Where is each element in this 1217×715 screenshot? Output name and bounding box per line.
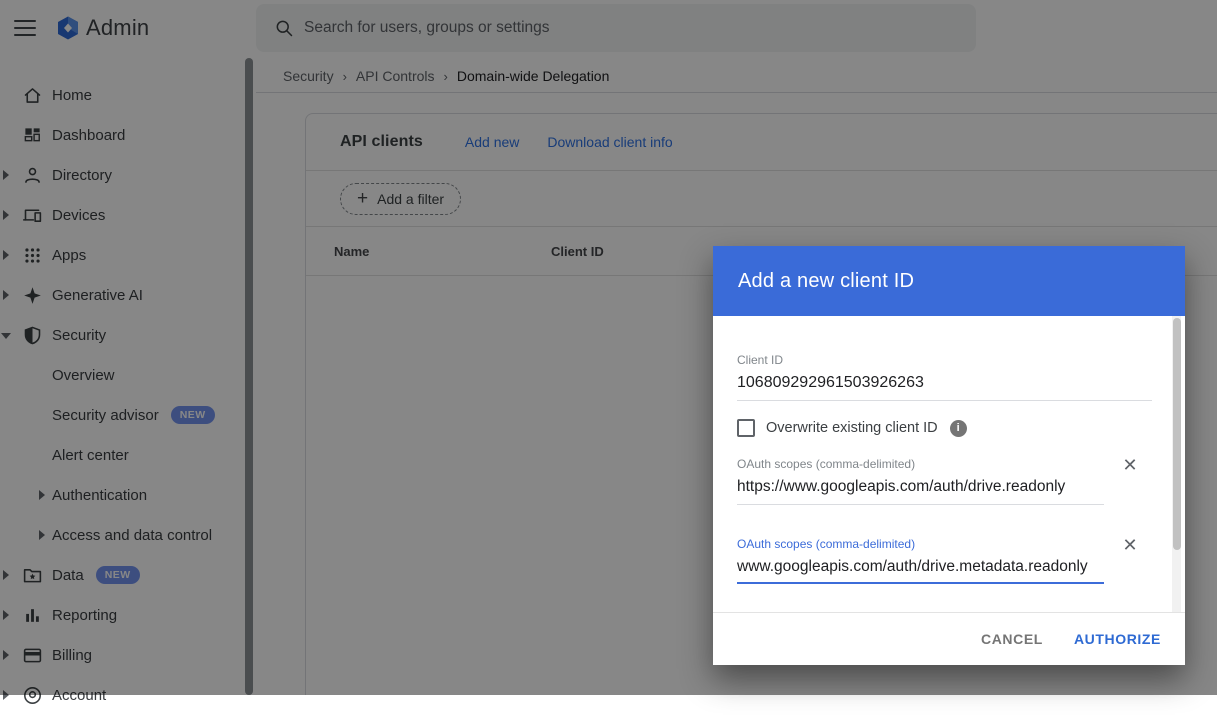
oauth-scope-1-label: OAuth scopes (comma-delimited)	[737, 457, 915, 471]
overwrite-checkbox[interactable]	[737, 419, 755, 437]
oauth-scope-1-input[interactable]: https://www.googleapis.com/auth/drive.re…	[737, 478, 1104, 505]
remove-scope-1-close-icon[interactable]: ✕	[1117, 452, 1143, 478]
dialog-title: Add a new client ID	[738, 270, 914, 293]
overwrite-row: Overwrite existing client ID i	[737, 419, 967, 437]
info-icon[interactable]: i	[950, 420, 967, 437]
client-id-label: Client ID	[737, 353, 783, 367]
authorize-button[interactable]: AUTHORIZE	[1074, 631, 1161, 647]
remove-scope-2-close-icon[interactable]: ✕	[1117, 532, 1143, 558]
dialog-header: Add a new client ID	[713, 246, 1185, 316]
oauth-scope-2-value: www.googleapis.com/auth/drive.metadata.r…	[737, 558, 1088, 575]
oauth-scope-2-input[interactable]: www.googleapis.com/auth/drive.metadata.r…	[737, 558, 1104, 584]
dialog-footer: CANCEL AUTHORIZE	[713, 612, 1185, 665]
dialog-scrollbar[interactable]	[1172, 316, 1181, 612]
overwrite-label: Overwrite existing client ID	[766, 420, 938, 436]
oauth-scope-2-label: OAuth scopes (comma-delimited)	[737, 537, 915, 551]
scrollbar-thumb[interactable]	[1173, 318, 1181, 550]
add-client-id-dialog: Add a new client ID Client ID 1068092929…	[713, 246, 1185, 665]
client-id-input[interactable]: 106809292961503926263	[737, 374, 1152, 401]
dialog-body: Client ID 106809292961503926263 Overwrit…	[713, 316, 1185, 612]
cancel-button[interactable]: CANCEL	[981, 631, 1043, 647]
